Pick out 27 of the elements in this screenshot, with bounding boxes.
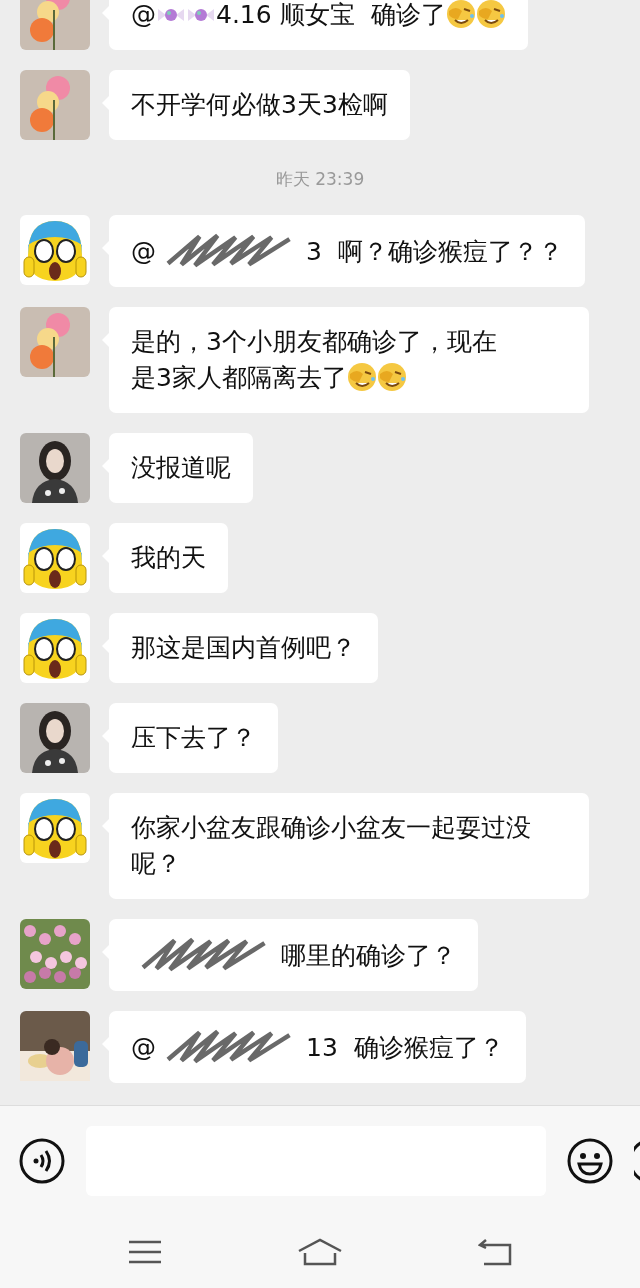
scream-emoji-avatar[interactable] bbox=[20, 215, 90, 285]
message-text: 压下去了？ bbox=[131, 722, 256, 754]
emoji-icon[interactable] bbox=[566, 1137, 614, 1185]
home-icon[interactable] bbox=[297, 1238, 343, 1266]
timestamp: 昨天 23:39 bbox=[274, 168, 366, 191]
message-text: 那这是国内首例吧？ bbox=[131, 632, 356, 664]
message-text: 哪里的确诊了？ bbox=[281, 940, 456, 972]
scream-emoji-avatar[interactable] bbox=[20, 793, 90, 863]
message-text: @ bbox=[131, 1032, 156, 1064]
scream-emoji-avatar[interactable] bbox=[20, 613, 90, 683]
message-text: 是的，3个小朋友都确诊了，现在 bbox=[131, 326, 497, 358]
message-text: 4.16 顺女宝 确诊了 bbox=[216, 0, 446, 31]
scream-emoji-avatar[interactable] bbox=[20, 523, 90, 593]
voice-icon[interactable] bbox=[18, 1137, 66, 1185]
message-text: 不开学何必做3天3检啊 bbox=[131, 89, 388, 121]
message-text: 是3家人都隔离去了 bbox=[131, 362, 347, 394]
message-text: 我的天 bbox=[131, 542, 206, 574]
message-text: 3 啊？确诊猴痘了？？ bbox=[306, 236, 563, 268]
message-text: 13 确诊猴痘了？ bbox=[306, 1032, 504, 1064]
message-text: @ bbox=[131, 0, 156, 31]
back-icon[interactable] bbox=[478, 1238, 513, 1266]
message-text: 没报道呢 bbox=[131, 452, 231, 484]
laughing-emoji-icon bbox=[376, 362, 407, 392]
message-text: @ bbox=[131, 236, 156, 268]
menu-icon[interactable] bbox=[127, 1238, 162, 1266]
laughing-emoji-icon bbox=[346, 362, 377, 392]
message-text: 你家小盆友跟确诊小盆友一起耍过没呢？ bbox=[131, 812, 532, 880]
